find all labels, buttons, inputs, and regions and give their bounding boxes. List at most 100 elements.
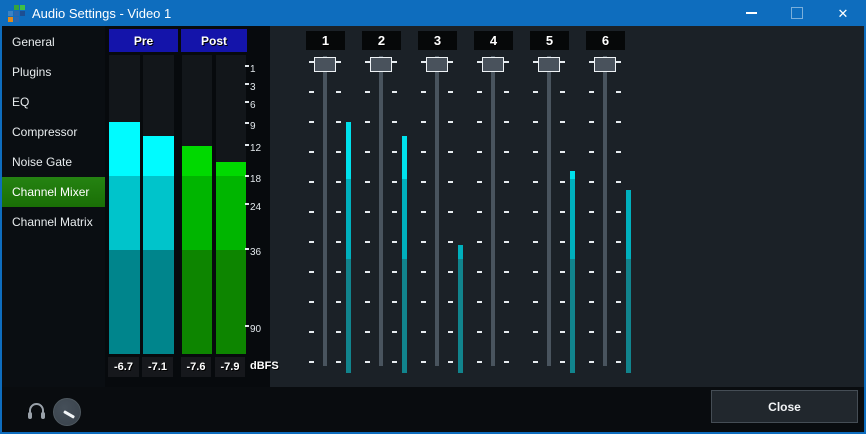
maximize-button[interactable] (774, 0, 820, 26)
fader-tick (616, 121, 621, 123)
fader-tick (448, 301, 453, 303)
fader-tick (365, 271, 370, 273)
channel-2-level-meter (402, 259, 407, 373)
channel-2-fader-handle[interactable] (370, 57, 392, 72)
fader-tick (365, 181, 370, 183)
channel-2-level-meter (402, 136, 407, 179)
fader-tick (533, 121, 538, 123)
fader-tick (448, 361, 453, 363)
fader-tick (477, 301, 482, 303)
channel-1-fader-track[interactable] (323, 56, 327, 366)
meter-scale-tick (245, 144, 249, 146)
fader-tick (336, 331, 341, 333)
pre-bus-header: Pre (109, 29, 178, 52)
fader-tick (589, 331, 594, 333)
channel-5-button[interactable]: 5 (530, 31, 569, 50)
meter-scale-label-90: 90 (245, 324, 261, 335)
meter-fill-pre-right (143, 250, 174, 354)
fader-tick (616, 211, 621, 213)
channel-2-button[interactable]: 2 (362, 31, 401, 50)
fader-tick (309, 361, 314, 363)
minimize-button[interactable] (728, 0, 774, 26)
meter-fill-post-left (182, 176, 212, 250)
fader-tick (533, 331, 538, 333)
channel-4-button[interactable]: 4 (474, 31, 513, 50)
channel-1-fader-handle[interactable] (314, 57, 336, 72)
channel-5-level-meter (570, 179, 575, 259)
channel-3-fader-handle[interactable] (426, 57, 448, 72)
fader-tick (616, 151, 621, 153)
sidebar-item-channel-matrix[interactable]: Channel Matrix (2, 207, 105, 237)
sidebar-item-compressor[interactable]: Compressor (2, 117, 105, 147)
knob-pointer-icon (63, 410, 75, 418)
fader-tick (504, 91, 509, 93)
meter-scale-tick (245, 175, 249, 177)
channel-3-level-meter (458, 259, 463, 373)
close-window-button[interactable]: ✕ (820, 0, 866, 26)
meter-fill-post-right (216, 176, 246, 250)
fader-tick (365, 61, 370, 63)
fader-tick (504, 361, 509, 363)
fader-tick (560, 361, 565, 363)
fader-tick (560, 151, 565, 153)
channel-3-level-meter (458, 245, 463, 259)
fader-tick (533, 151, 538, 153)
fader-tick (392, 301, 397, 303)
fader-tick (560, 181, 565, 183)
fader-tick (392, 331, 397, 333)
sidebar-item-channel-mixer[interactable]: Channel Mixer (2, 177, 105, 207)
fader-tick (504, 271, 509, 273)
fader-tick (336, 151, 341, 153)
meter-scale-label-9: 9 (245, 121, 256, 132)
fader-tick (448, 271, 453, 273)
fader-tick (365, 331, 370, 333)
maximize-icon (791, 7, 803, 19)
sidebar-item-eq[interactable]: EQ (2, 87, 105, 117)
fader-tick (448, 121, 453, 123)
channel-4-fader-handle[interactable] (482, 57, 504, 72)
channel-1-button[interactable]: 1 (306, 31, 345, 50)
fader-tick (421, 331, 426, 333)
fader-tick (421, 181, 426, 183)
channel-6-fader-handle[interactable] (594, 57, 616, 72)
fader-tick (477, 361, 482, 363)
fader-tick (336, 211, 341, 213)
meter-scale-tick (245, 122, 249, 124)
fader-tick (336, 91, 341, 93)
channel-6-button[interactable]: 6 (586, 31, 625, 50)
channel-2-fader-track[interactable] (379, 56, 383, 366)
fader-tick (533, 61, 538, 63)
meter-db-value-post-right: -7.9 (215, 357, 245, 377)
fader-tick (309, 121, 314, 123)
fader-tick (392, 211, 397, 213)
channel-5-fader-handle[interactable] (538, 57, 560, 72)
channel-3-button[interactable]: 3 (418, 31, 457, 50)
fader-tick (616, 301, 621, 303)
fader-tick (477, 211, 482, 213)
headphone-volume-knob[interactable] (53, 398, 81, 426)
meter-scale-label-24: 24 (245, 202, 261, 213)
sidebar-item-general[interactable]: General (2, 27, 105, 57)
app-icon (8, 5, 25, 22)
fader-tick (392, 61, 397, 63)
meter-fill-pre-right (143, 136, 174, 176)
fader-tick (392, 361, 397, 363)
close-button[interactable]: Close (711, 390, 858, 423)
fader-tick (477, 151, 482, 153)
meter-scale-tick (245, 83, 249, 85)
meter-fill-post-left (182, 250, 212, 354)
channel-4-fader-track[interactable] (491, 56, 495, 366)
fader-tick (477, 121, 482, 123)
fader-tick (477, 331, 482, 333)
settings-sidebar: GeneralPluginsEQCompressorNoise GateChan… (2, 26, 105, 387)
sidebar-item-noise-gate[interactable]: Noise Gate (2, 147, 105, 177)
channel-5-fader-track[interactable] (547, 56, 551, 366)
sidebar-item-plugins[interactable]: Plugins (2, 57, 105, 87)
channel-6-fader-track[interactable] (603, 56, 607, 366)
channel-3-fader-track[interactable] (435, 56, 439, 366)
fader-tick (309, 61, 314, 63)
fader-tick (560, 91, 565, 93)
fader-tick (589, 271, 594, 273)
channel-5-level-meter (570, 259, 575, 373)
fader-tick (616, 361, 621, 363)
